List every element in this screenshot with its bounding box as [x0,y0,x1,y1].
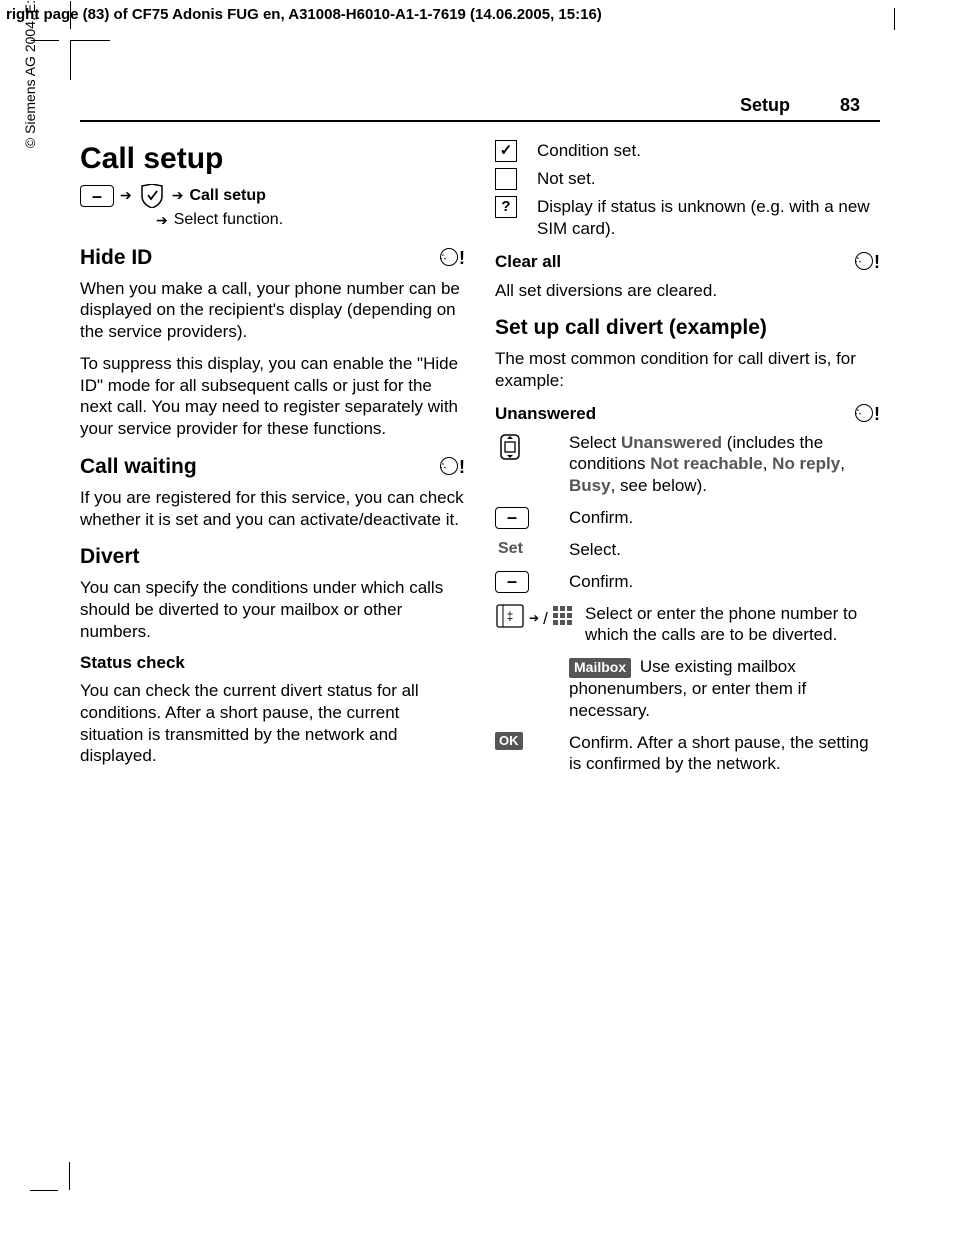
unanswered-heading: Unanswered ∴ [495,402,880,426]
call-waiting-heading-text: Call waiting [80,454,197,481]
contacts-keypad-icon: ‡ ➔ / [495,603,567,635]
t: , [763,454,772,473]
t: Not reachable [650,454,762,473]
divert-example-heading-text: Set up call divert (example) [495,315,767,342]
crop-mark-tl [70,40,110,80]
checkbox-unknown-icon: ? [495,196,517,218]
step-mailbox-text: Mailbox Use existing mailbox phonenumber… [569,656,880,721]
step-set-text: Select. [569,539,880,561]
page-content: Setup 83 Call setup – ➔ ➔ Call setup ➔ S… [80,95,880,785]
contacts-icon: ‡ [495,603,525,635]
step-select-unanswered: Select Unanswered (includes the conditio… [495,432,880,497]
divert-p1: You can specify the conditions under whi… [80,577,465,642]
nav-call-setup-label: Call setup [189,186,265,206]
status-unknown-text: Display if status is unknown (e.g. with … [537,196,880,240]
clear-all-heading: Clear all ∴ [495,250,880,274]
hide-id-p2: To suppress this display, you can enable… [80,353,465,440]
t: Unanswered [621,433,722,452]
softkey-minus-glyph: – [495,571,529,593]
crop-mark-bl [70,1150,110,1190]
step-ok-confirm: OK Confirm. After a short pause, the set… [495,732,880,776]
page-header: Setup 83 [80,95,880,122]
step-confirm-2-text: Confirm. [569,571,880,593]
mailbox-badge: Mailbox [569,658,631,678]
divert-example-heading: Set up call divert (example) [495,315,880,342]
rocker-key-icon [495,432,551,462]
status-row-notset: Not set. [495,168,880,190]
arrow-icon: ➔ [120,187,132,205]
step-confirm-1-text: Confirm. [569,507,880,529]
arrow-icon: ➔ [156,212,168,230]
t: , [840,454,845,473]
network-icon: ∴ [850,402,880,426]
settings-shield-icon [138,184,166,208]
checkbox-set-icon: ✓ [495,140,517,162]
unanswered-heading-text: Unanswered [495,403,596,425]
divert-example-intro: The most common condition for call diver… [495,348,880,392]
t: , see below). [611,476,707,495]
softkey-minus-glyph: – [495,507,529,529]
step-enter-number: ‡ ➔ / Select or enter the phone number t… [495,603,880,647]
header-page-number: 83 [840,95,860,116]
arrow-icon: ➔ [529,611,539,626]
nav-path-line2: ➔ Select function. [80,210,465,230]
side-right-text: Template: X75, Version 2.2; VAR Language… [919,0,936,40]
t: Select [569,433,621,452]
hide-id-heading: Hide ID ∴ [80,245,465,272]
step-confirm-1: – Confirm. [495,507,880,529]
softkey-minus-icon: – [495,571,551,593]
status-check-heading-text: Status check [80,652,185,674]
step-enter-number-text: Select or enter the phone number to whic… [585,603,880,647]
side-left-text: © Siemens AG 2004, E:\Auftrag\Siemens\Mo… [22,0,38,430]
t: No reply [772,454,840,473]
step-set-select: Set Select. [495,539,880,561]
crop-mark-tr [854,40,894,80]
divert-heading-text: Divert [80,544,140,571]
slash: / [543,608,548,630]
status-set-text: Condition set. [537,140,880,162]
clear-all-heading-text: Clear all [495,251,561,273]
step-mailbox: Mailbox Use existing mailbox phonenumber… [495,656,880,721]
step-ok-text: Confirm. After a short pause, the settin… [569,732,880,776]
left-column: Call setup – ➔ ➔ Call setup ➔ Select fun… [80,140,465,785]
softkey-minus-icon: – [80,185,114,207]
keypad-icon [552,605,574,633]
ok-badge-wrap: OK [495,732,551,751]
status-row-unknown: ? Display if status is unknown (e.g. wit… [495,196,880,240]
divert-heading: Divert [80,544,465,571]
network-icon: ∴ [435,455,465,479]
header-section: Setup [740,95,790,116]
checkbox-empty-icon [495,168,517,190]
page-title: Call setup [80,140,465,178]
status-check-p: You can check the current divert status … [80,680,465,767]
top-banner: right page (83) of CF75 Adonis FUG en, A… [0,0,954,27]
ok-badge: OK [495,732,523,751]
set-label: Set [495,539,551,559]
status-row-set: ✓ Condition set. [495,140,880,162]
step-select-unanswered-text: Select Unanswered (includes the conditio… [569,432,880,497]
arrow-icon: ➔ [172,187,184,205]
call-waiting-heading: Call waiting ∴ [80,454,465,481]
nav-path-line1: – ➔ ➔ Call setup [80,184,465,208]
t: Busy [569,476,611,495]
status-check-heading: Status check [80,652,465,674]
nav-select-function: Select function. [174,210,283,230]
svg-text:‡: ‡ [507,609,514,623]
softkey-minus-icon: – [495,507,551,529]
call-waiting-p1: If you are registered for this service, … [80,487,465,531]
clear-all-p: All set diversions are cleared. [495,280,880,302]
network-icon: ∴ [435,246,465,270]
status-notset-text: Not set. [537,168,880,190]
hide-id-heading-text: Hide ID [80,245,152,272]
hide-id-p1: When you make a call, your phone number … [80,278,465,343]
step-confirm-2: – Confirm. [495,571,880,593]
network-icon: ∴ [850,250,880,274]
right-column: ✓ Condition set. Not set. ? Display if s… [495,140,880,785]
